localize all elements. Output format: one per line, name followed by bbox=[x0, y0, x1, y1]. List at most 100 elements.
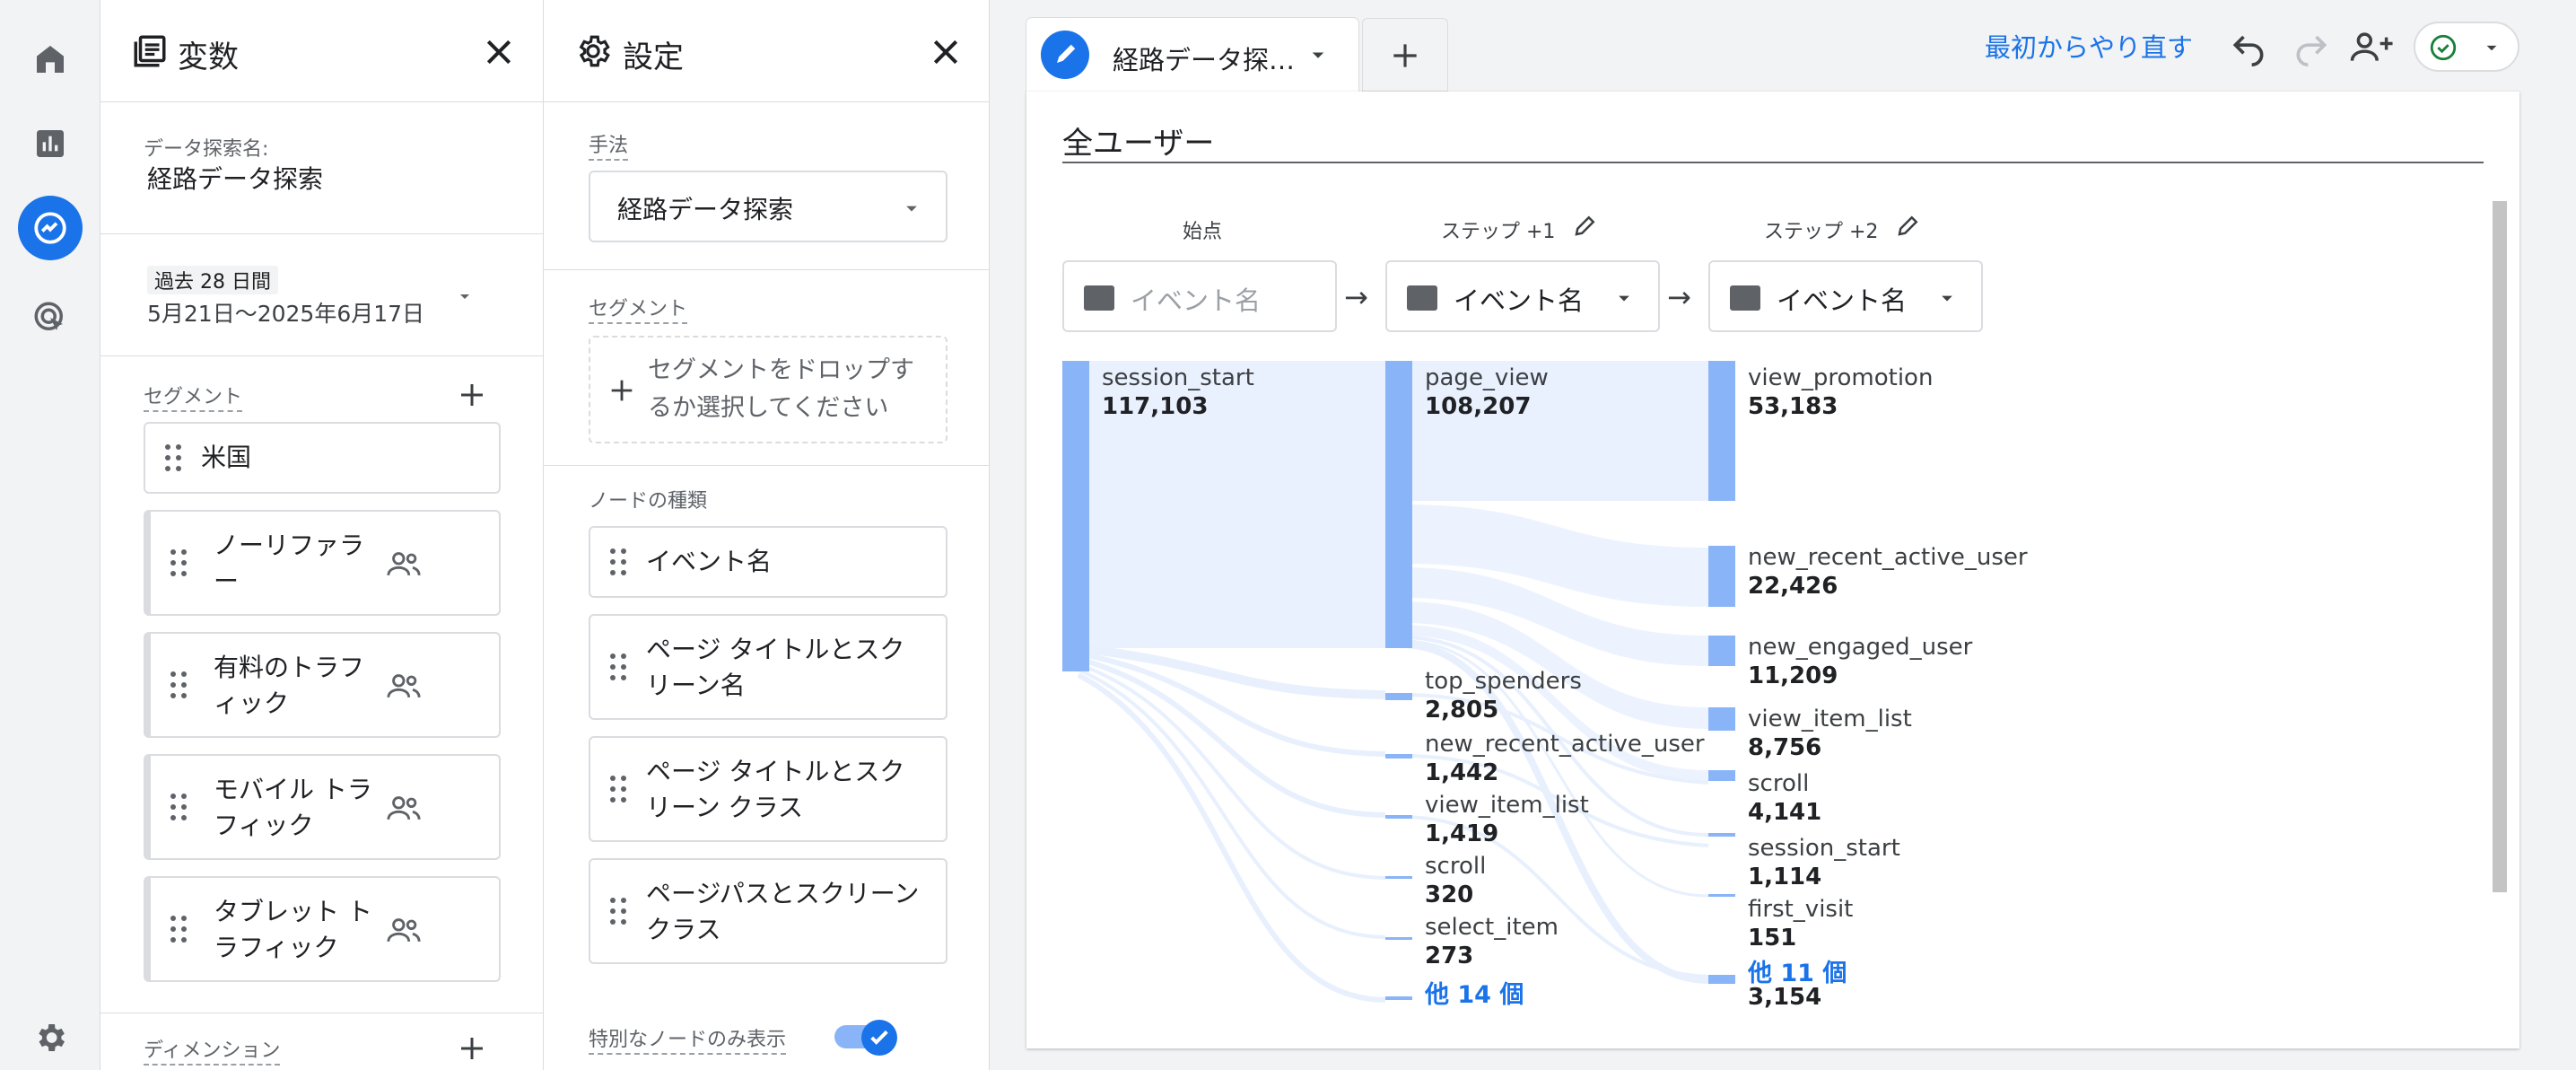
node-bar-others[interactable] bbox=[1385, 996, 1412, 1000]
add-icon bbox=[611, 380, 633, 401]
technique-select[interactable]: 経路データ探索 bbox=[589, 171, 947, 242]
exploration-name-input[interactable]: 経路データ探索 bbox=[147, 160, 323, 196]
node-value: 1,419 bbox=[1425, 820, 1499, 847]
variables-title: 変数 bbox=[178, 39, 239, 75]
save-status-button[interactable] bbox=[2414, 22, 2519, 72]
node-label: select_item bbox=[1425, 914, 1559, 941]
node-bar-page-view[interactable] bbox=[1385, 361, 1412, 648]
node-bar-new-recent-active-user[interactable] bbox=[1708, 546, 1735, 607]
gear-icon bbox=[579, 35, 610, 67]
redo-icon[interactable] bbox=[2292, 27, 2331, 66]
node-bar-select-item[interactable] bbox=[1385, 937, 1412, 940]
variables-panel: 変数 データ探索名: 経路データ探索 過去 28 日間 5月21日～2025年6… bbox=[100, 0, 544, 1070]
exploration-canvas: 全ユーザー 始点 ステップ +1 ステップ +2 イベント名 → イベント名 →… bbox=[1026, 92, 2519, 1048]
node-type-label: ノードの種類 bbox=[589, 490, 708, 513]
nav-rail bbox=[0, 0, 100, 1070]
segment-chip-label: モバイル トラフィック bbox=[214, 775, 372, 840]
node-label: view_item_list bbox=[1748, 706, 1912, 732]
segment-drop-zone[interactable]: セグメントをドロップするか選択してください bbox=[589, 336, 947, 443]
segment-chip-no-referrer[interactable]: ノーリファラー bbox=[144, 510, 501, 616]
node-type-event-name[interactable]: イベント名 bbox=[589, 526, 947, 598]
segment-chip-label: 有料のトラフィック bbox=[214, 653, 365, 718]
scrollbar[interactable] bbox=[2493, 201, 2507, 892]
technique-value: 経路データ探索 bbox=[617, 195, 794, 224]
drag-handle-icon bbox=[170, 916, 187, 943]
close-icon[interactable] bbox=[928, 34, 964, 70]
node-value: 1,442 bbox=[1425, 759, 1499, 786]
node-bar-session-start[interactable] bbox=[1708, 833, 1735, 837]
tab-path-exploration[interactable]: 経路データ探… bbox=[1026, 18, 1358, 92]
divider bbox=[100, 233, 543, 234]
node-label: page_view bbox=[1425, 364, 1549, 391]
technique-label: 手法 bbox=[589, 129, 629, 161]
edit-pencil-icon bbox=[1041, 31, 1089, 79]
advertising-nav[interactable] bbox=[18, 285, 83, 350]
dimensions-label: ディメンション bbox=[144, 1034, 281, 1066]
explore-icon bbox=[34, 212, 66, 244]
node-bar-scroll[interactable] bbox=[1708, 770, 1735, 781]
node-label: new_recent_active_user bbox=[1425, 731, 1705, 758]
caret-down-icon bbox=[2486, 45, 2497, 51]
caret-down-icon bbox=[460, 294, 469, 299]
explore-nav[interactable] bbox=[18, 196, 83, 260]
node-bar-view-item-list[interactable] bbox=[1385, 815, 1412, 819]
node-type-page-title-screen-name[interactable]: ページ タイトルとスクリーン名 bbox=[589, 614, 947, 720]
node-value: 2,805 bbox=[1425, 697, 1499, 724]
node-bar-new-engaged-user[interactable] bbox=[1708, 636, 1735, 666]
share-people-icon[interactable] bbox=[2349, 27, 2396, 66]
add-segment-icon[interactable] bbox=[456, 379, 488, 411]
add-icon bbox=[1393, 44, 1417, 67]
node-bar-top-spenders[interactable] bbox=[1385, 693, 1412, 700]
node-value: 117,103 bbox=[1102, 393, 1209, 420]
node-value: 4,141 bbox=[1748, 799, 1822, 826]
date-range-label: 過去 28 日間 bbox=[147, 266, 278, 294]
check-icon bbox=[870, 1030, 888, 1045]
reset-button[interactable]: 最初からやり直す bbox=[1985, 27, 2193, 65]
segment-chip-tablet-traffic[interactable]: タブレット トラフィック bbox=[144, 876, 501, 982]
divider bbox=[100, 355, 543, 356]
close-icon[interactable] bbox=[481, 34, 517, 70]
segment-chip-label: タブレット トラフィック bbox=[214, 897, 372, 962]
segment-drop-text: セグメントをドロップするか選択してください bbox=[648, 356, 914, 422]
drag-handle-icon bbox=[610, 653, 626, 680]
caret-down-icon[interactable] bbox=[1305, 41, 1332, 68]
node-type-page-path-screen-class[interactable]: ページパスとスクリーン クラス bbox=[589, 858, 947, 964]
more-nodes-link[interactable]: 他 14 個 bbox=[1425, 975, 1524, 1010]
node-value: 108,207 bbox=[1425, 393, 1532, 420]
node-label: view_promotion bbox=[1748, 364, 1934, 391]
gear-icon bbox=[39, 1024, 65, 1051]
home-nav[interactable] bbox=[18, 27, 83, 92]
drag-handle-icon bbox=[610, 548, 626, 575]
node-bar-first-visit[interactable] bbox=[1708, 894, 1735, 897]
variables-header: 変数 bbox=[100, 0, 543, 102]
node-type-chip-label: ページパスとスクリーン クラス bbox=[646, 879, 920, 944]
add-dimension-icon[interactable] bbox=[456, 1032, 488, 1065]
divider bbox=[544, 465, 989, 466]
drag-handle-icon bbox=[610, 898, 626, 925]
segment-chip-us[interactable]: 米国 bbox=[144, 422, 501, 494]
variables-icon bbox=[134, 35, 166, 67]
check-circle-icon bbox=[2430, 34, 2457, 61]
segment-chip-mobile-traffic[interactable]: モバイル トラフィック bbox=[144, 754, 501, 860]
undo-icon[interactable] bbox=[2229, 27, 2268, 66]
node-bar-session-start[interactable] bbox=[1062, 361, 1089, 671]
node-bar-scroll[interactable] bbox=[1385, 876, 1412, 879]
add-tab-button[interactable] bbox=[1362, 18, 1448, 92]
segment-chip-paid-traffic[interactable]: 有料のトラフィック bbox=[144, 632, 501, 738]
node-bar-view-promotion[interactable] bbox=[1708, 361, 1735, 501]
node-value: 53,183 bbox=[1748, 393, 1838, 420]
people-icon bbox=[387, 918, 421, 943]
node-label: new_recent_active_user bbox=[1748, 544, 2028, 571]
admin-nav[interactable] bbox=[18, 1005, 83, 1070]
node-label: session_start bbox=[1748, 835, 1900, 862]
node-bar-others[interactable] bbox=[1708, 975, 1735, 984]
node-bar-new-recent-active-user[interactable] bbox=[1385, 754, 1412, 759]
reports-nav[interactable] bbox=[18, 111, 83, 176]
node-type-chip-label: ページ タイトルとスクリーン名 bbox=[646, 635, 905, 700]
node-value: 3,154 bbox=[1748, 984, 1822, 1011]
people-icon bbox=[387, 796, 421, 820]
node-type-page-title-screen-class[interactable]: ページ タイトルとスクリーン クラス bbox=[589, 736, 947, 842]
bar-chart-icon bbox=[37, 130, 64, 157]
node-label: first_visit bbox=[1748, 896, 1854, 923]
node-bar-view-item-list[interactable] bbox=[1708, 707, 1735, 731]
